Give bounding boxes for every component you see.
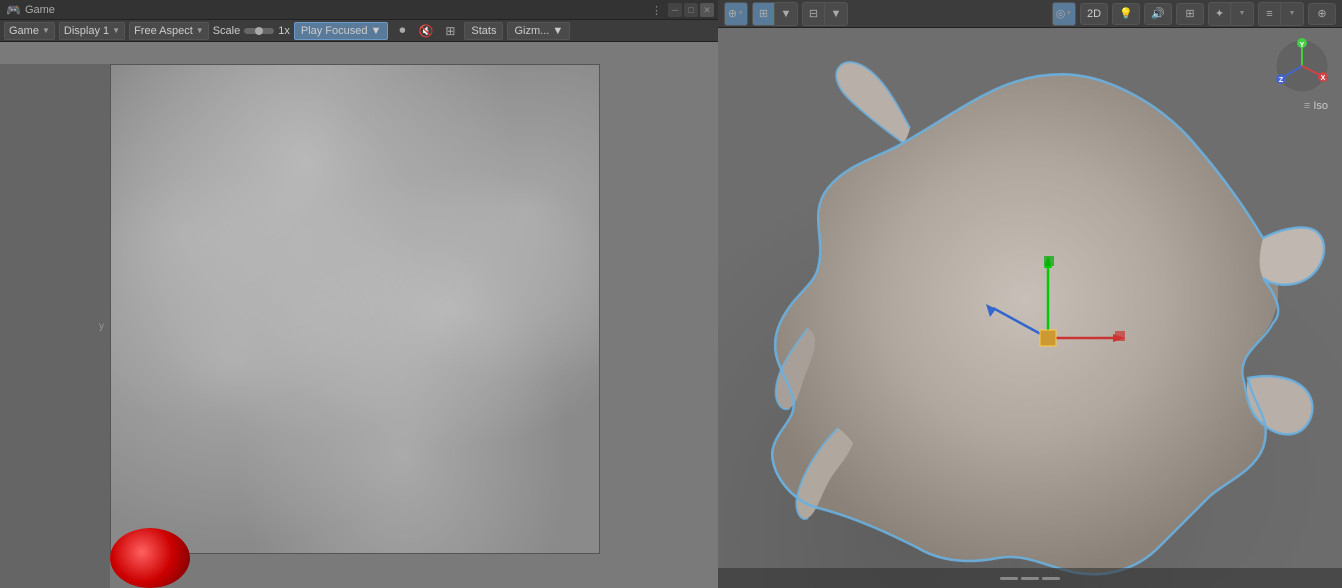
grid-tools-group: ⊞ ▼ <box>752 2 798 26</box>
move-tool-button[interactable]: ⊕ ▼ <box>725 3 747 25</box>
svg-text:Y: Y <box>1300 42 1305 49</box>
bottom-dot-3 <box>1042 577 1060 580</box>
grid-button[interactable]: ⊞ <box>753 3 775 25</box>
svg-text:X: X <box>1321 75 1326 82</box>
maximize-button[interactable]: □ <box>684 3 698 17</box>
gizmo-svg: Y X Z <box>1272 36 1332 96</box>
scene-bottom-dots <box>1000 577 1060 580</box>
game-titlebar: 🎮 Game ⋮ ─ □ ✕ <box>0 0 718 20</box>
aspect-dropdown-arrow: ▼ <box>196 26 204 35</box>
game-dropdown[interactable]: Game ▼ <box>4 22 55 40</box>
scene-panel: ⊕ ▼ ⊞ ▼ ⊟ ▼ ◎ ▼ 2D <box>718 0 1342 588</box>
visibility-dropdown-button[interactable]: ▼ <box>1281 3 1303 25</box>
2d-toggle-button[interactable]: 2D <box>1080 3 1108 25</box>
render-mode-group: ◎ ▼ <box>1052 2 1076 26</box>
display-label: Display 1 <box>64 25 109 37</box>
effects-dropdown-button[interactable]: ▼ <box>1231 3 1253 25</box>
effects-group: ✦ ▼ <box>1208 2 1254 26</box>
2d-label: 2D <box>1087 8 1101 20</box>
orientation-gizmo[interactable]: Y X Z <box>1272 36 1332 96</box>
snap-dropdown-button[interactable]: ▼ <box>825 3 847 25</box>
scene-bottom-bar <box>718 568 1342 588</box>
mute-button[interactable]: 🔇 <box>416 22 436 40</box>
display-dropdown[interactable]: Display 1 ▼ <box>59 22 125 40</box>
aspect-dropdown[interactable]: Free Aspect ▼ <box>129 22 209 40</box>
scale-control: Scale 1x <box>213 25 290 37</box>
grid-button[interactable]: ⊞ <box>440 22 460 40</box>
minimize-button[interactable]: ─ <box>668 3 682 17</box>
scene-lighting-button[interactable]: 💡 <box>1112 3 1140 25</box>
dots-menu-icon[interactable]: ⋮ <box>651 4 662 17</box>
record-button[interactable]: ⏺ <box>392 22 412 40</box>
scale-value: 1x <box>278 25 290 37</box>
red-sphere <box>110 528 190 588</box>
gizmos-arrow: ▼ <box>552 25 563 37</box>
snap-button[interactable]: ⊟ <box>803 3 825 25</box>
game-panel-icon: 🎮 <box>6 3 21 17</box>
visibility-group: ≡ ▼ <box>1258 2 1304 26</box>
play-focused-label: Play Focused <box>301 25 368 37</box>
scene-camera-button[interactable]: ⊞ <box>1176 3 1204 25</box>
scale-label: Scale <box>213 25 241 37</box>
stats-button[interactable]: Stats <box>464 22 503 40</box>
left-strip: y <box>0 64 110 588</box>
grid-snap-button[interactable]: ▼ <box>775 3 797 25</box>
gizmo-button[interactable]: ⊕ <box>1308 3 1336 25</box>
gizmos-button[interactable]: Gizm... ▼ <box>507 22 570 40</box>
display-dropdown-arrow: ▼ <box>112 26 120 35</box>
iso-menu-icon: ≡ <box>1304 100 1310 112</box>
bottom-dot-2 <box>1021 577 1039 580</box>
stats-label: Stats <box>471 25 496 37</box>
play-focused-arrow: ▼ <box>371 25 382 37</box>
bottom-dot-1 <box>1000 577 1018 580</box>
game-toolbar: Game ▼ Display 1 ▼ Free Aspect ▼ Scale 1… <box>0 20 718 42</box>
effects-button[interactable]: ✦ <box>1209 3 1231 25</box>
snap-tools-group: ⊟ ▼ <box>802 2 848 26</box>
iso-label: ≡ Iso <box>1304 100 1328 112</box>
scene-toolbar: ⊕ ▼ ⊞ ▼ ⊟ ▼ ◎ ▼ 2D <box>718 0 1342 28</box>
window-controls: ⋮ ─ □ ✕ <box>651 0 718 20</box>
game-viewport[interactable]: y <box>0 42 718 588</box>
visibility-button[interactable]: ≡ <box>1259 3 1281 25</box>
transform-tools-group: ⊕ ▼ <box>724 2 748 26</box>
scene-toolbar-right: ◎ ▼ 2D 💡 🔊 ⊞ ✦ ▼ ≡ ▼ <box>1052 2 1336 26</box>
gizmos-label: Gizm... <box>514 25 549 37</box>
scene-object-svg <box>718 28 1342 588</box>
game-canvas <box>110 64 600 554</box>
close-button[interactable]: ✕ <box>700 3 714 17</box>
scale-slider[interactable] <box>244 28 274 34</box>
game-panel: 🎮 Game ⋮ ─ □ ✕ Game ▼ Display 1 ▼ Free A… <box>0 0 718 588</box>
game-dropdown-arrow: ▼ <box>42 26 50 35</box>
y-axis-label: y <box>97 319 106 334</box>
scene-viewport[interactable]: Y X Z ≡ Iso <box>718 28 1342 588</box>
aspect-label: Free Aspect <box>134 25 193 37</box>
render-mode-button[interactable]: ◎ ▼ <box>1053 3 1075 25</box>
scene-audio-button[interactable]: 🔊 <box>1144 3 1172 25</box>
svg-text:Z: Z <box>1279 77 1284 84</box>
game-label: Game <box>9 25 39 37</box>
game-panel-title: Game <box>25 4 55 16</box>
play-focused-button[interactable]: Play Focused ▼ <box>294 22 389 40</box>
iso-text: Iso <box>1313 100 1328 112</box>
